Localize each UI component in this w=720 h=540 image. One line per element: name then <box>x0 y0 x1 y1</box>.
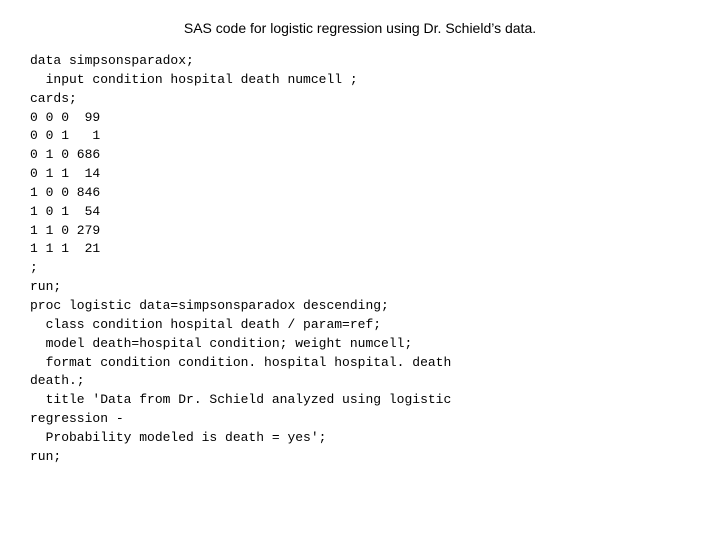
page-title: SAS code for logistic regression using D… <box>30 20 690 36</box>
code-block: data simpsonsparadox; input condition ho… <box>30 52 690 467</box>
